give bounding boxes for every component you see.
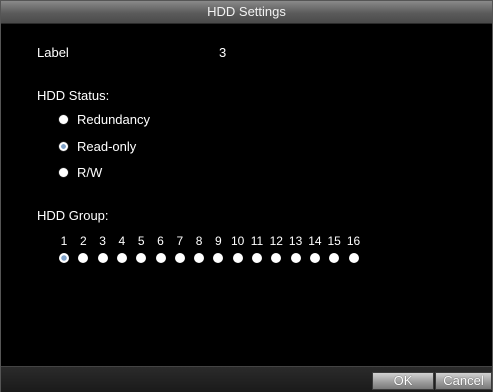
hdd-group-radio-8[interactable] xyxy=(194,253,205,263)
ok-button[interactable]: OK xyxy=(372,372,434,390)
hdd-group-radio-1[interactable] xyxy=(59,253,69,263)
hdd-group-radio-5[interactable] xyxy=(136,253,147,263)
hdd-group-radio-9[interactable] xyxy=(213,253,224,263)
hdd-group-number-13: 13 xyxy=(288,234,303,248)
radio-label-rw: R/W xyxy=(77,164,103,180)
hdd-group-number-3: 3 xyxy=(99,234,106,248)
cancel-button[interactable]: Cancel xyxy=(435,372,492,390)
radio-button-icon[interactable] xyxy=(59,114,68,124)
radio-redundancy[interactable]: Redundancy xyxy=(59,110,150,128)
hdd-group-number-1: 1 xyxy=(60,234,68,248)
hdd-group-number-9: 9 xyxy=(215,234,222,248)
radio-read-only[interactable]: Read-only xyxy=(59,137,136,155)
label-value: 3 xyxy=(219,45,227,60)
radio-button-selected-icon[interactable] xyxy=(59,141,68,151)
hdd-group-radio-3[interactable] xyxy=(97,253,108,263)
hdd-settings-dialog: HDD Settings Label 3 HDD Status: Redunda… xyxy=(0,0,493,392)
hdd-group-number-15: 15 xyxy=(327,234,341,248)
hdd-group-radio-14[interactable] xyxy=(309,253,320,263)
hdd-group-number-5: 5 xyxy=(137,234,145,248)
hdd-group-radio-15[interactable] xyxy=(329,253,340,263)
button-bar: OK Cancel xyxy=(1,366,492,392)
hdd-group-radio-12[interactable] xyxy=(271,253,282,263)
hdd-group-caption: HDD Group: xyxy=(37,208,109,223)
hdd-group-radio-7[interactable] xyxy=(174,253,185,263)
hdd-group-number-16: 16 xyxy=(346,234,361,248)
dialog-title: HDD Settings xyxy=(1,1,492,24)
hdd-group-radio-13[interactable] xyxy=(290,253,301,263)
hdd-group-number-14: 14 xyxy=(308,234,322,248)
hdd-group-number-10: 10 xyxy=(231,234,245,248)
radio-button-icon[interactable] xyxy=(59,167,68,177)
hdd-group-number-7: 7 xyxy=(176,234,184,248)
hdd-group-number-2: 2 xyxy=(79,234,87,248)
hdd-group-number-11: 11 xyxy=(250,234,264,248)
hdd-group-radio-6[interactable] xyxy=(155,253,166,263)
hdd-group-radio-11[interactable] xyxy=(252,253,262,263)
hdd-group-number-8: 8 xyxy=(195,234,203,248)
radio-label-read-only: Read-only xyxy=(77,138,137,154)
hdd-group-number-4: 4 xyxy=(118,234,126,248)
hdd-group-number-12: 12 xyxy=(269,234,283,248)
hdd-status-caption: HDD Status: xyxy=(37,88,110,103)
label-caption: Label xyxy=(37,45,69,60)
hdd-group-radio-2[interactable] xyxy=(78,253,89,263)
hdd-group-radio-10[interactable] xyxy=(232,253,243,263)
radio-rw[interactable]: R/W xyxy=(59,163,102,181)
radio-label-redundancy: Redundancy xyxy=(77,111,150,127)
hdd-group-radio-16[interactable] xyxy=(348,253,359,263)
hdd-group-number-6: 6 xyxy=(157,234,164,248)
hdd-group-radio-4[interactable] xyxy=(116,253,127,263)
